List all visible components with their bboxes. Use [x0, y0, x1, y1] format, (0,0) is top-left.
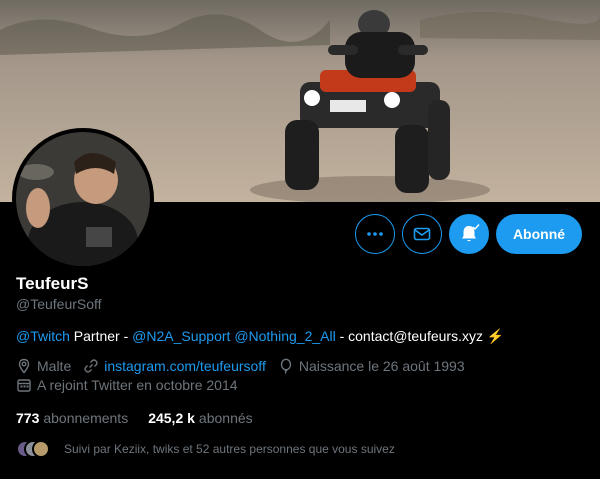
balloon-icon [280, 358, 292, 374]
bio-text-partner: Partner - [69, 328, 133, 344]
mention-nothing-2-all[interactable]: @Nothing_2_All [234, 328, 335, 344]
profile-avatar[interactable] [12, 128, 154, 270]
envelope-icon [413, 227, 431, 241]
website-link[interactable]: instagram.com/teufeursoff [104, 358, 266, 374]
profile-handle: @TeufeurSoff [16, 296, 102, 312]
profile-meta-joined: A rejoint Twitter en octobre 2014 [16, 377, 250, 393]
followers-count: 245,2 k [148, 410, 195, 426]
bio-text-contact: - contact@teufeurs.xyz [335, 328, 487, 344]
joined-text: A rejoint Twitter en octobre 2014 [37, 377, 238, 393]
followed-by[interactable]: Suivi par Keziix, twiks et 52 autres per… [16, 440, 395, 458]
profile-meta: Malte instagram.com/teufeursoff Naissanc… [16, 358, 477, 374]
profile-actions: Abonné [355, 214, 582, 254]
followers-stat[interactable]: 245,2 k abonnés [148, 410, 252, 426]
following-label: abonnements [43, 410, 129, 426]
bell-icon [462, 224, 480, 242]
birthday-item: Naissance le 26 août 1993 [278, 358, 465, 374]
location-pin-icon [18, 358, 30, 374]
notifications-button[interactable] [449, 214, 489, 254]
following-button[interactable]: Abonné [496, 214, 582, 254]
profile-bio: @Twitch Partner - @N2A_Support @Nothing_… [16, 328, 504, 345]
follow-stats: 773 abonnements 245,2 k abonnés [16, 410, 253, 426]
followed-by-text: Suivi par Keziix, twiks et 52 autres per… [64, 442, 395, 456]
message-button[interactable] [402, 214, 442, 254]
profile-name: TeufeurS [16, 274, 89, 293]
website-item: instagram.com/teufeursoff [83, 358, 266, 374]
calendar-icon [17, 379, 31, 392]
more-icon [367, 232, 383, 236]
link-icon [84, 359, 98, 373]
following-count: 773 [16, 410, 40, 426]
follower-avatar [32, 440, 50, 458]
avatar-image [16, 132, 150, 266]
mention-twitch[interactable]: @Twitch [16, 328, 70, 344]
joined-item: A rejoint Twitter en octobre 2014 [16, 377, 238, 393]
location-item: Malte [16, 358, 71, 374]
follower-avatars [16, 440, 56, 458]
mention-n2a-support[interactable]: @N2A_Support [132, 328, 230, 344]
lightning-emoji: ⚡ [486, 328, 505, 344]
followers-label: abonnés [198, 410, 253, 426]
birthday-text: Naissance le 26 août 1993 [298, 358, 465, 374]
location-text: Malte [37, 358, 72, 374]
more-options-button[interactable] [355, 214, 395, 254]
following-stat[interactable]: 773 abonnements [16, 410, 128, 426]
